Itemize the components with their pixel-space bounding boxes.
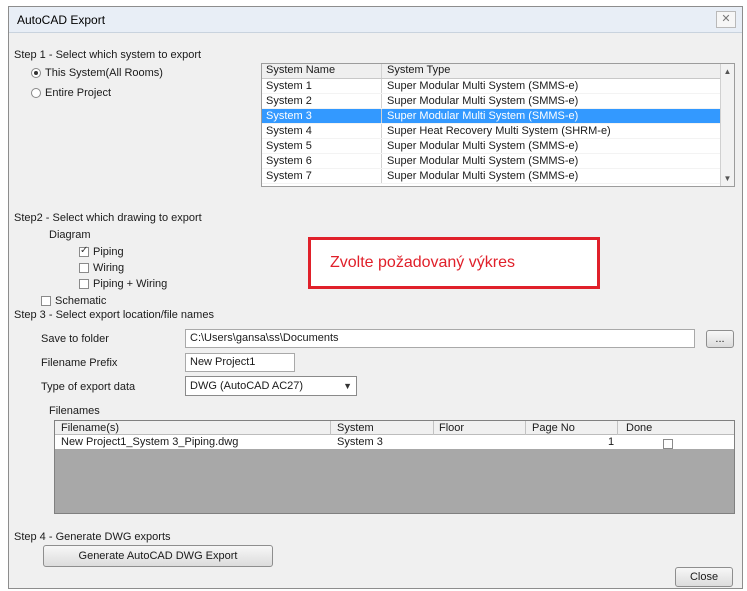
filenames-grid[interactable]: Filename(s) System Floor Page No Done Ne… <box>54 420 735 514</box>
checkbox-icon <box>79 279 89 290</box>
systems-scrollbar[interactable]: ▲ ▼ <box>720 64 734 186</box>
system-name-cell: System 2 <box>266 95 312 107</box>
header-filename[interactable]: Filename(s) <box>61 421 119 435</box>
header-system[interactable]: System <box>337 421 374 435</box>
system-type-cell: Super Heat Recovery Multi System (SHRM-e… <box>387 125 611 137</box>
system-type-cell: Super Modular Multi System (SMMS-e) <box>387 170 579 182</box>
checkbox-icon <box>79 263 89 274</box>
window-title: AutoCAD Export <box>17 13 106 27</box>
checkbox-schematic[interactable]: Schematic <box>41 295 106 307</box>
system-name-cell: System 5 <box>266 140 312 152</box>
system-type-cell: Super Modular Multi System (SMMS-e) <box>387 140 579 152</box>
column-divider <box>617 421 618 435</box>
systems-table-body: System 1 Super Modular Multi System (SMMS… <box>262 79 734 184</box>
title-bar: AutoCAD Export ✕ <box>9 7 742 33</box>
export-type-value: DWG (AutoCAD AC27) <box>190 380 304 392</box>
autocad-export-dialog: AutoCAD Export ✕ Step 1 - Select which s… <box>8 6 743 589</box>
header-floor[interactable]: Floor <box>439 421 464 435</box>
radio-icon <box>31 88 41 99</box>
checkbox-piping-wiring[interactable]: Piping + Wiring <box>79 278 167 290</box>
system-name-cell: System 7 <box>266 170 312 182</box>
table-row[interactable]: System 1 Super Modular Multi System (SMMS… <box>262 79 734 94</box>
generate-dwg-button[interactable]: Generate AutoCAD DWG Export <box>43 545 273 567</box>
table-row[interactable]: System 2 Super Modular Multi System (SMMS… <box>262 94 734 109</box>
column-divider <box>381 169 382 183</box>
table-row[interactable]: System 3 Super Modular Multi System (SMMS… <box>262 109 734 124</box>
close-icon[interactable]: ✕ <box>716 11 736 28</box>
column-divider <box>381 94 382 108</box>
system-type-cell: Super Modular Multi System (SMMS-e) <box>387 155 579 167</box>
radio-entire-project[interactable]: Entire Project <box>31 87 111 99</box>
system-type-cell: Super Modular Multi System (SMMS-e) <box>387 110 579 122</box>
checkbox-piping[interactable]: Piping <box>79 245 124 258</box>
scroll-up-icon[interactable]: ▲ <box>721 65 734 78</box>
system-name-cell: System 1 <box>266 80 312 92</box>
table-row[interactable]: System 6 Super Modular Multi System (SMMS… <box>262 154 734 169</box>
annotation-callout: Zvolte požadovaný výkres <box>308 237 600 289</box>
system-name-cell: System 6 <box>266 155 312 167</box>
checkbox-icon <box>41 296 51 307</box>
step2-label: Step2 - Select which drawing to export <box>14 212 202 224</box>
save-folder-label: Save to folder <box>41 333 109 345</box>
column-divider <box>381 64 382 78</box>
header-system-type[interactable]: System Type <box>387 64 450 76</box>
checkbox-piping-label: Piping <box>93 246 124 258</box>
system-type-cell: Super Modular Multi System (SMMS-e) <box>387 95 579 107</box>
checkbox-piping-wiring-label: Piping + Wiring <box>93 278 168 290</box>
radio-entire-project-label: Entire Project <box>45 87 112 99</box>
filename-prefix-input[interactable]: New Project1 <box>185 353 295 372</box>
header-system-name[interactable]: System Name <box>266 64 335 76</box>
systems-table-header: System Name System Type <box>262 64 734 79</box>
column-divider <box>381 124 382 138</box>
column-divider <box>381 154 382 168</box>
radio-this-system-label: This System(All Rooms) <box>45 67 163 79</box>
table-row[interactable]: System 4 Super Heat Recovery Multi System… <box>262 124 734 139</box>
export-type-label: Type of export data <box>41 381 136 393</box>
system-name-cell: System 4 <box>266 125 312 137</box>
scroll-down-icon[interactable]: ▼ <box>721 172 734 185</box>
row-page-no: 1 <box>608 436 615 448</box>
row-system: System 3 <box>337 436 383 448</box>
radio-icon <box>31 68 41 79</box>
step4-label: Step 4 - Generate DWG exports <box>14 531 171 543</box>
row-done-checkbox[interactable] <box>663 437 677 451</box>
row-filename: New Project1_System 3_Piping.dwg <box>61 436 239 448</box>
column-divider <box>381 139 382 153</box>
table-row[interactable]: New Project1_System 3_Piping.dwg System … <box>55 435 734 451</box>
systems-table[interactable]: System Name System Type System 1 Super Mo… <box>261 63 735 187</box>
system-name-cell: System 3 <box>266 110 312 122</box>
header-page-no[interactable]: Page No <box>532 421 575 435</box>
close-button[interactable]: Close <box>675 567 733 587</box>
export-type-select[interactable]: DWG (AutoCAD AC27) ▼ <box>185 376 357 396</box>
browse-button[interactable]: ... <box>706 330 734 348</box>
save-folder-input[interactable]: C:\Users\gansa\ss\Documents <box>185 329 695 348</box>
checkbox-checked-icon <box>79 245 89 258</box>
checkbox-schematic-label: Schematic <box>55 295 107 307</box>
radio-this-system[interactable]: This System(All Rooms) <box>31 67 163 79</box>
checkbox-wiring[interactable]: Wiring <box>79 262 124 274</box>
chevron-down-icon: ▼ <box>343 381 352 391</box>
step3-label: Step 3 - Select export location/file nam… <box>14 309 214 321</box>
table-row[interactable]: System 5 Super Modular Multi System (SMMS… <box>262 139 734 154</box>
checkbox-icon <box>663 439 673 450</box>
filename-prefix-label: Filename Prefix <box>41 357 118 369</box>
diagram-label: Diagram <box>49 229 91 241</box>
step1-label: Step 1 - Select which system to export <box>14 49 202 61</box>
system-type-cell: Super Modular Multi System (SMMS-e) <box>387 80 579 92</box>
checkbox-wiring-label: Wiring <box>93 262 125 274</box>
column-divider <box>381 79 382 93</box>
callout-text: Zvolte požadovaný výkres <box>330 254 515 271</box>
filenames-grid-header: Filename(s) System Floor Page No Done <box>55 421 734 435</box>
table-row[interactable]: System 7 Super Modular Multi System (SMMS… <box>262 169 734 184</box>
filenames-label: Filenames <box>49 405 100 417</box>
column-divider <box>381 109 382 123</box>
column-divider <box>330 421 331 435</box>
column-divider <box>433 421 434 435</box>
header-done[interactable]: Done <box>626 421 652 435</box>
column-divider <box>525 421 526 435</box>
